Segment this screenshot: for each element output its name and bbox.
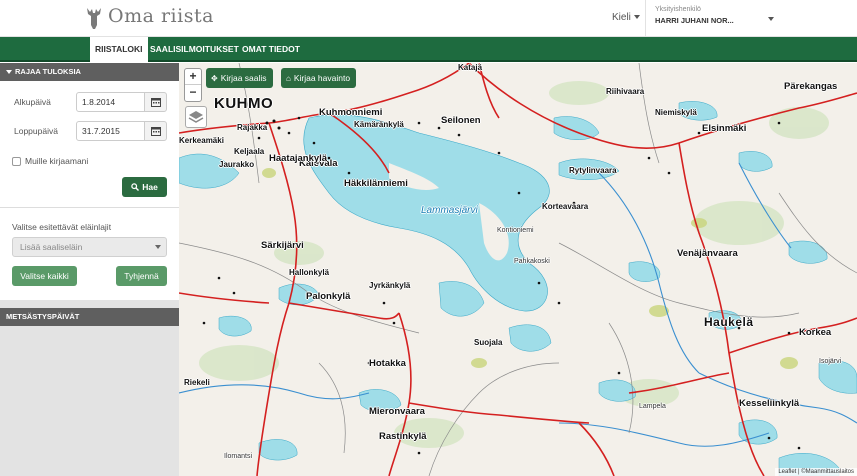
language-label: Kieli: [612, 12, 631, 23]
tab-saalisilmoitukset[interactable]: SAALISILMOITUKSET: [145, 37, 244, 62]
start-date-calendar-button[interactable]: [144, 92, 167, 112]
tab-riistaloki[interactable]: RIISTALOKI: [90, 37, 148, 62]
place-label: Keljaala: [234, 147, 265, 156]
add-observation-button[interactable]: ⌂ Kirjaa havainto: [281, 68, 357, 88]
place-label: Riihivaara: [606, 87, 645, 96]
layers-icon: [188, 111, 204, 123]
main-nav: RIISTALOKI SAALISILMOITUKSET OMAT TIEDOT: [0, 37, 857, 62]
place-label: Haukelä: [704, 315, 754, 329]
place-label: Kämäränkylä: [354, 120, 404, 129]
user-menu[interactable]: Yksityishenkilö HARRI JUHANI NOR...: [655, 6, 775, 25]
zoom-out-button[interactable]: −: [185, 85, 201, 101]
place-label: Ilomantsi: [224, 453, 253, 460]
place-label: Venäjänvaara: [677, 248, 738, 259]
place-label: Katajä: [458, 63, 483, 72]
place-label: Rastinkylä: [379, 431, 427, 442]
divider: [645, 0, 646, 37]
topographic-map-tiles: [179, 63, 857, 476]
filter-panel-title: RAJAA TULOKSIA: [15, 67, 81, 76]
calendar-icon: [151, 98, 161, 107]
binoculars-icon: ⌂: [286, 74, 291, 83]
place-label: Niemiskylä: [655, 108, 697, 117]
species-label: Valitse esitettävät eläinlajit: [12, 222, 112, 232]
chevron-down-icon[interactable]: [768, 17, 774, 21]
place-label: Hotakka: [369, 358, 406, 369]
tab-omat-tiedot[interactable]: OMAT TIEDOT: [237, 37, 305, 62]
place-label: Suojala: [474, 338, 503, 347]
place-label: Mieronvaara: [369, 406, 425, 417]
species-select[interactable]: Lisää saaliseläin: [12, 237, 167, 257]
map-attribution[interactable]: Leaflet | ©Maanmittauslaitos: [775, 468, 857, 476]
app-name[interactable]: Oma riista: [108, 5, 214, 27]
zoom-control: + −: [184, 68, 202, 102]
layers-button[interactable]: [185, 106, 207, 128]
chevron-down-icon: [633, 15, 640, 20]
place-label: Haatajankylä: [269, 153, 328, 164]
place-label: Elsinmäki: [702, 123, 747, 134]
crosshair-icon: ✥: [211, 74, 218, 83]
place-label: Korkea: [799, 327, 832, 338]
end-date-input[interactable]: 31.7.2015: [76, 121, 145, 141]
user-name: HARRI JUHANI NOR...: [655, 16, 734, 25]
place-label: Kesseliinkylä: [739, 398, 800, 409]
search-icon: [131, 183, 140, 191]
place-label: Lampela: [639, 403, 666, 410]
place-label: Isojärvi: [819, 358, 842, 365]
place-label: Häkkilänniemi: [344, 178, 408, 189]
user-role: Yksityishenkilö: [655, 6, 701, 13]
start-date-label: Alkupäivä: [14, 97, 51, 107]
divider: [0, 207, 179, 208]
place-label: Jyrkänkylä: [369, 281, 411, 290]
place-label: Rytylinvaara: [569, 166, 617, 175]
search-button[interactable]: Hae: [122, 177, 167, 197]
add-catch-button[interactable]: ✥ Kirjaa saalis: [206, 68, 273, 88]
place-label: Jaurakko: [219, 160, 255, 169]
sidebar: RAJAA TULOKSIA Alkupäivä 1.8.2014 Loppup…: [0, 63, 179, 476]
place-label: Pärekangas: [784, 81, 838, 92]
add-observation-label: Kirjaa havainto: [293, 73, 351, 83]
place-label: Palonkylä: [306, 291, 351, 302]
others-checkbox[interactable]: [12, 157, 21, 166]
place-label: Lammasjärvi: [421, 205, 478, 216]
end-date-label: Loppupäivä: [14, 126, 58, 136]
place-label: Kuhmonniemi: [319, 107, 383, 118]
place-label: KUHMO: [214, 95, 274, 112]
select-all-button[interactable]: Valitse kaikki: [12, 266, 77, 286]
clear-button[interactable]: Tyhjennä: [116, 266, 167, 286]
add-catch-label: Kirjaa saalis: [220, 73, 267, 83]
search-button-label: Hae: [142, 182, 158, 192]
chevron-down-icon: [6, 70, 12, 75]
language-selector[interactable]: Kieli: [612, 12, 640, 23]
filter-panel: Alkupäivä 1.8.2014 Loppupäivä 31.7.2015 …: [0, 81, 179, 300]
end-date-calendar-button[interactable]: [144, 121, 167, 141]
place-label: Rajakka: [237, 123, 268, 132]
place-label: Seilonen: [441, 115, 481, 126]
place-label: Särkijärvi: [261, 240, 304, 251]
place-label: Kontioniemi: [497, 227, 534, 234]
top-bar: Oma riista Kieli Yksityishenkilö HARRI J…: [0, 0, 857, 37]
place-label: Riekeli: [184, 378, 210, 387]
place-label: Hallonkylä: [289, 268, 330, 277]
species-select-value: Lisää saaliseläin: [20, 242, 83, 252]
calendar-icon: [151, 127, 161, 136]
others-checkbox-label: Muille kirjaamani: [25, 156, 89, 166]
filter-panel-header[interactable]: RAJAA TULOKSIA: [0, 63, 179, 81]
place-label: Kerkeamäki: [179, 136, 224, 145]
start-date-input[interactable]: 1.8.2014: [76, 92, 145, 112]
hunting-days-panel-header[interactable]: METSÄSTYSPÄIVÄT: [0, 308, 179, 326]
map-view[interactable]: KUHMO Kuhmonniemi Rajakka Kerkeamäki Kel…: [179, 63, 857, 476]
moose-logo-icon: [87, 8, 101, 29]
zoom-in-button[interactable]: +: [185, 69, 201, 85]
place-label: Pahkakoski: [514, 258, 550, 265]
place-label: Korteavaara: [542, 202, 589, 211]
chevron-down-icon: [155, 245, 161, 249]
